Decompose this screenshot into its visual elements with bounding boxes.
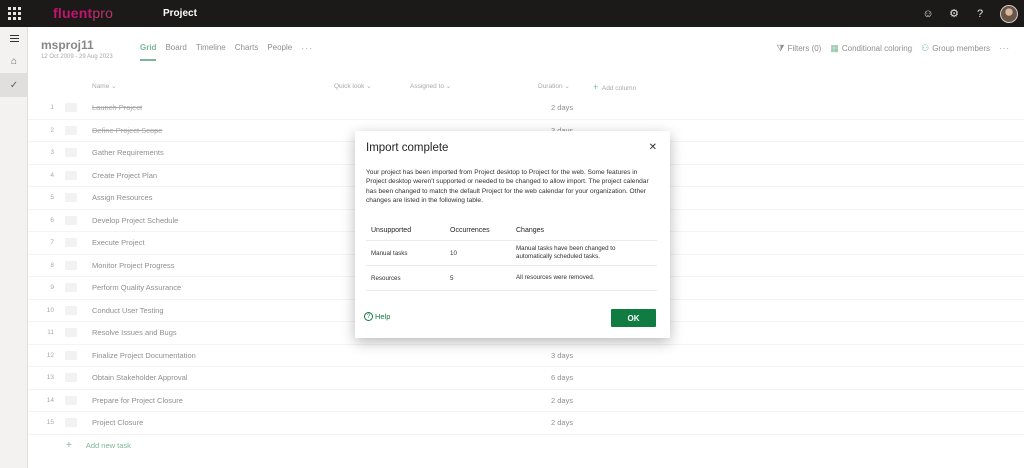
brand-logo[interactable]: fluentpro <box>53 5 113 21</box>
table-header: Occurrences <box>450 227 490 234</box>
help-question-icon[interactable]: ? <box>968 0 992 27</box>
table-header: Unsupported <box>371 227 412 234</box>
table-header-row: Unsupported Occurrences Changes <box>366 221 657 241</box>
top-icons: ☺ ⚙ ? <box>916 0 1024 27</box>
user-avatar[interactable] <box>1000 4 1018 23</box>
dialog-title: Import complete <box>366 142 449 154</box>
table-cell: Manual tasks <box>371 249 408 257</box>
changes-table: Unsupported Occurrences Changes Manual t… <box>366 221 657 291</box>
table-header: Changes <box>516 226 545 234</box>
table-cell: 10 <box>450 249 457 257</box>
table-cell: Manual tasks have been changed to automa… <box>516 245 616 260</box>
waffle-icon <box>7 7 21 20</box>
settings-gear-icon[interactable]: ⚙ <box>942 0 966 27</box>
checkmark-icon: ✓ <box>9 79 19 91</box>
dialog-message: Your project has been imported from Proj… <box>366 169 649 205</box>
app-name: Project <box>163 8 197 19</box>
table-cell: 5 <box>450 274 454 282</box>
top-bar: fluentpro Project ☺ ⚙ ? <box>0 0 1024 27</box>
hamburger-icon <box>9 34 19 42</box>
close-icon[interactable]: ✕ <box>649 142 657 153</box>
table-cell: Resources <box>371 274 401 282</box>
table-row: Manual tasks 10 Manual tasks have been c… <box>366 241 657 266</box>
help-link[interactable]: ? Help <box>364 312 390 321</box>
left-rail: ⌂ ✓ <box>0 27 28 468</box>
smiley-icon[interactable]: ☺ <box>916 0 940 27</box>
app-launcher-button[interactable] <box>0 0 28 27</box>
table-cell: All resources were removed. <box>516 274 595 281</box>
table-row: Resources 5 All resources were removed. <box>366 266 657 291</box>
import-complete-dialog: Import complete ✕ Your project has been … <box>355 131 670 338</box>
ok-button[interactable]: OK <box>611 309 656 327</box>
home-icon: ⌂ <box>10 55 18 67</box>
tasks-nav-button[interactable]: ✓ <box>0 73 28 97</box>
nav-menu-button[interactable] <box>0 27 28 49</box>
help-circle-icon: ? <box>364 312 373 321</box>
home-nav-button[interactable]: ⌂ <box>0 49 28 73</box>
